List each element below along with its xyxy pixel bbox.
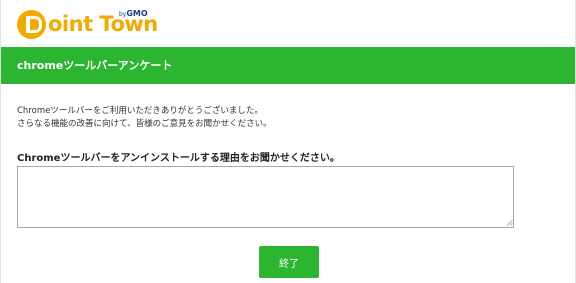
gmo-badge: byGMO (119, 9, 148, 18)
question-label: Chromeツールバーをアンインストールする理由をお聞かせください。 (17, 153, 340, 164)
logo-brand: GMO (126, 9, 148, 18)
intro-line-2: さらなる機能の改善に向けて、皆様のご意見をお聞かせください。 (17, 119, 272, 129)
title-banner: chromeツールバーアンケート (1, 47, 575, 84)
page-title: chromeツールバーアンケート (17, 59, 173, 72)
uninstall-reason-textarea[interactable] (17, 166, 514, 228)
point-p-icon (17, 9, 46, 39)
header: oint Town byGMO (1, 0, 575, 47)
point-town-logo[interactable]: oint Town byGMO (17, 9, 158, 39)
survey-page: oint Town byGMO chromeツールバーアンケート Chromeツ… (0, 0, 576, 283)
resize-grip-icon[interactable] (506, 219, 513, 226)
intro-text: Chromeツールバーをご利用いただきありがとうございました。 さらなる機能の改… (17, 105, 557, 131)
intro-line-1: Chromeツールバーをご利用いただきありがとうございました。 (17, 106, 263, 116)
finish-button[interactable]: 終了 (259, 246, 319, 278)
